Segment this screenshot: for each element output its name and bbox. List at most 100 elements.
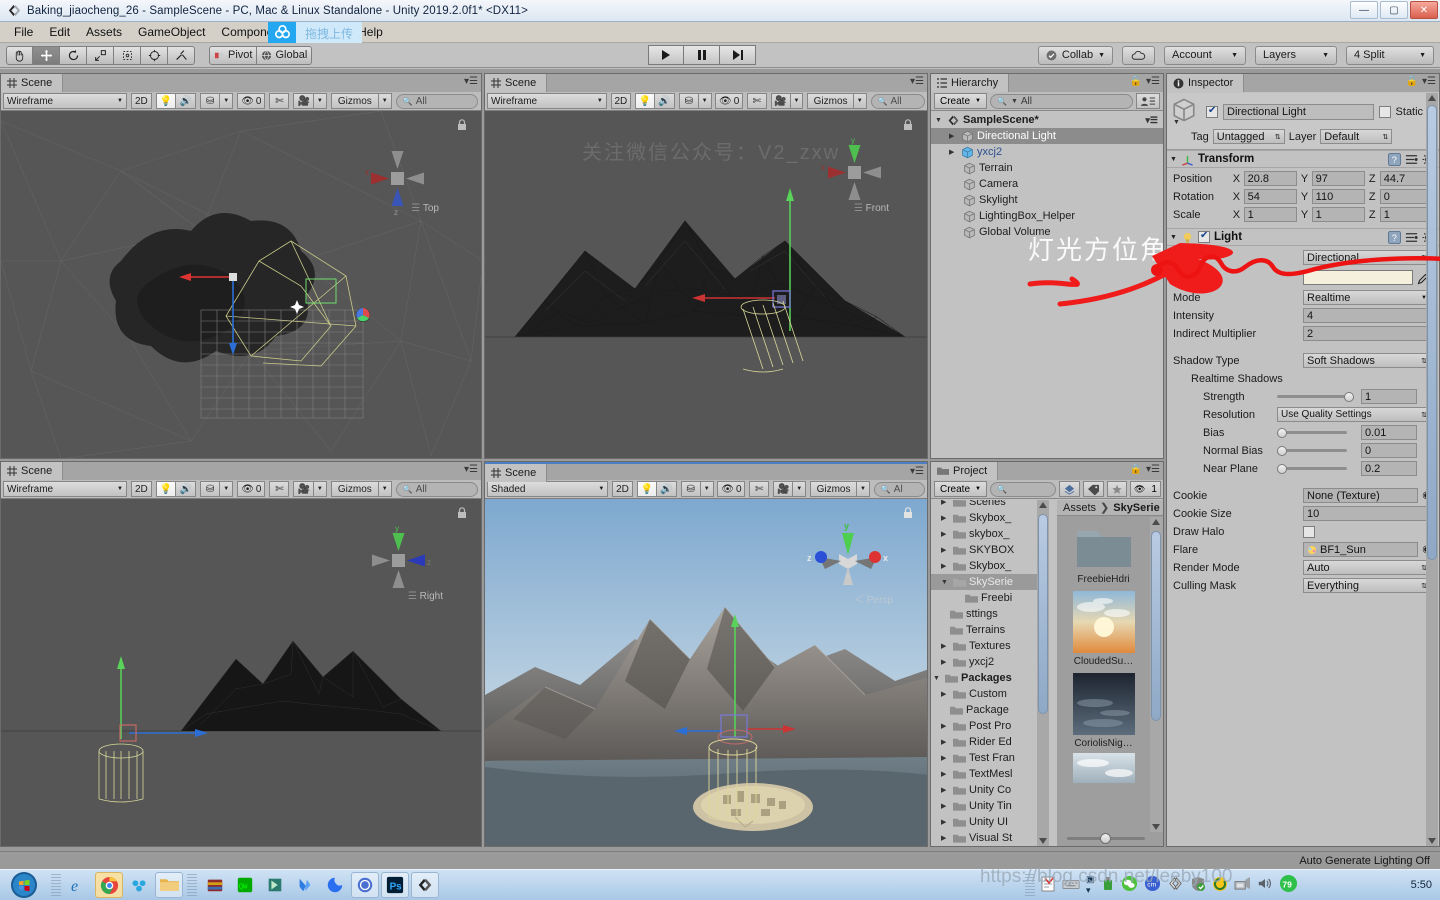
tab-scene[interactable]: Scene xyxy=(1,74,64,92)
tab-scene[interactable]: Scene xyxy=(485,464,548,482)
scene-menu-icon[interactable]: ▾☰ xyxy=(1145,115,1158,126)
project-row[interactable]: ▶ SKYBOX xyxy=(931,542,1049,558)
collab-button[interactable]: Collab ▼ xyxy=(1037,45,1113,65)
project-row[interactable]: ▶ Skybox_ xyxy=(931,558,1049,574)
cm-icon[interactable]: cm xyxy=(1144,875,1161,895)
asset-scrollbar[interactable] xyxy=(1150,517,1163,832)
explorer-icon[interactable] xyxy=(155,872,183,898)
audio-toggle-icon[interactable]: 🔊 xyxy=(654,93,675,109)
lighting-toggle-icon[interactable]: 💡 xyxy=(155,93,177,109)
tab-hierarchy[interactable]: Hierarchy xyxy=(931,74,1010,92)
scroll-up-arrow[interactable] xyxy=(1428,95,1436,101)
network-icon[interactable] xyxy=(1234,876,1251,894)
scroll-down-arrow[interactable] xyxy=(1152,824,1160,830)
hidden-objects-toggle[interactable]: 👁 0 xyxy=(715,93,743,109)
scene-search-input[interactable]: 🔍 All xyxy=(395,481,478,497)
cloud-button[interactable] xyxy=(1122,45,1155,65)
step-button[interactable] xyxy=(720,45,756,65)
panel-menu-icon[interactable]: ▾☰ xyxy=(910,466,924,477)
flare-object-field[interactable]: BF1_Sun xyxy=(1303,542,1419,557)
panel-menu-icon[interactable]: ▾☰ xyxy=(464,464,478,475)
chevron-down-icon[interactable]: ▼ xyxy=(1170,156,1177,163)
gizmos-button[interactable]: Gizmos xyxy=(330,481,379,497)
scene-search-input[interactable]: 🔍 Al xyxy=(873,481,925,497)
axis-gizmo-right[interactable]: y z xyxy=(361,521,437,601)
inspector-panel[interactable]: Inspector 🔒▾☰ ▼ Directional Light Static… xyxy=(1166,73,1440,847)
scroll-down-arrow[interactable] xyxy=(1039,838,1047,844)
asset-grid[interactable]: FreebieHdri CloudedSu… CoriolisNig… xyxy=(1057,517,1150,832)
gizmos-button[interactable]: Gizmos xyxy=(330,93,379,109)
shadow-bias-slider[interactable] xyxy=(1277,425,1347,440)
hierarchy-scene-root[interactable]: ▼ SampleScene* ▾☰ xyxy=(931,112,1163,128)
render-mode-dropdown[interactable]: Auto ⇅ xyxy=(1303,560,1431,575)
hierarchy-tree[interactable]: ▼ SampleScene* ▾☰ ▶ Directional Light ▶ … xyxy=(931,112,1163,458)
usb-icon[interactable] xyxy=(1101,876,1115,895)
rect-tool-button[interactable] xyxy=(114,45,141,65)
panel-menu-icon[interactable]: ▾☰ xyxy=(464,76,478,87)
lock-icon[interactable] xyxy=(903,507,913,519)
fx-dropdown-icon[interactable]: ▼ xyxy=(220,481,234,497)
lock-icon[interactable] xyxy=(903,119,913,131)
project-row[interactable]: ▶ Unity UI xyxy=(931,814,1049,830)
lighting-toggle-icon[interactable]: 💡 xyxy=(636,481,657,497)
lighting-toggle-icon[interactable]: 💡 xyxy=(634,93,655,109)
hierarchy-panel[interactable]: Hierarchy 🔒 ▾☰ Create ▼ 🔍 ▼ All ▼ SampleSc… xyxy=(930,73,1164,459)
fx-toggle-icon[interactable]: ⛁ xyxy=(678,93,699,109)
slider-knob[interactable] xyxy=(1099,833,1111,844)
project-row[interactable]: ▶ Test Fran xyxy=(931,750,1049,766)
rotation-z-input[interactable]: 0 xyxy=(1379,189,1433,204)
project-row[interactable]: ▶ Visual St xyxy=(931,830,1049,846)
view-orientation-label-front[interactable]: ☰ Front xyxy=(854,203,889,214)
asset-item-partial[interactable] xyxy=(1057,749,1150,786)
winrar-icon[interactable] xyxy=(201,872,229,898)
lock-icon[interactable] xyxy=(457,507,467,519)
hidden-objects-toggle[interactable]: 👁 0 xyxy=(717,481,746,497)
chevron-down-icon[interactable]: ▼ xyxy=(1170,234,1177,241)
hierarchy-item-global-volume[interactable]: Global Volume xyxy=(931,224,1163,240)
taskbar-grip[interactable] xyxy=(51,874,61,896)
global-button[interactable]: Global xyxy=(257,45,313,65)
tab-scene[interactable]: Scene xyxy=(1,462,64,480)
scene-view-bottom-left[interactable]: Scene ▾☰ Wireframe ▼ 2D 💡 🔊 ⛁ ▼ 👁 0 ✄ 🎥 ▼ … xyxy=(0,461,482,847)
light-component-header[interactable]: ▼ Light ? xyxy=(1167,228,1439,246)
ie-icon[interactable]: e xyxy=(65,872,93,898)
browser-icon[interactable] xyxy=(321,872,349,898)
chevron-right-icon[interactable]: ▶ xyxy=(949,148,958,156)
hierarchy-item-camera[interactable]: Camera xyxy=(931,176,1163,192)
pivot-button[interactable]: Pivot xyxy=(209,45,258,65)
panel-menu-icon[interactable]: ▾☰ xyxy=(910,76,924,87)
light-indirect-input[interactable]: 2 xyxy=(1303,326,1431,341)
unity-icon[interactable] xyxy=(411,872,439,898)
scene-view-bottom-right[interactable]: Scene ▾☰ Shaded ▼ 2D 💡 🔊 ⛁ ▼ 👁 0 ✄ 🎥 ▼ Giz… xyxy=(484,461,928,847)
asset-item-cloudedsun[interactable]: CloudedSu… xyxy=(1057,585,1150,667)
scene-viewport-right[interactable]: y z ☰ Right xyxy=(1,499,481,846)
inspector-body[interactable]: ▼ Directional Light Static ▼ Tag Untagge… xyxy=(1167,93,1439,846)
position-z-input[interactable]: 44.7 xyxy=(1379,171,1433,186)
tab-project[interactable]: Project xyxy=(931,462,999,480)
photoshop-icon[interactable]: Ps xyxy=(381,872,409,898)
scroll-up-arrow[interactable] xyxy=(1039,502,1047,508)
gizmos-dropdown-icon[interactable]: ▼ xyxy=(378,481,392,497)
camera-dropdown-icon[interactable]: ▼ xyxy=(313,93,327,109)
filter-by-type-icon[interactable] xyxy=(1058,481,1080,497)
pause-button[interactable] xyxy=(684,45,720,65)
gizmos-dropdown-icon[interactable]: ▼ xyxy=(853,93,867,109)
updater-icon[interactable] xyxy=(1212,876,1228,895)
rotation-x-input[interactable]: 54 xyxy=(1243,189,1297,204)
project-row[interactable]: Freebi xyxy=(931,590,1049,606)
close-button[interactable]: ✕ xyxy=(1410,1,1438,19)
breadcrumb-skyserie[interactable]: SkySerie xyxy=(1113,502,1159,514)
scale-x-input[interactable]: 1 xyxy=(1243,207,1297,222)
audio-toggle-icon[interactable]: 🔊 xyxy=(176,481,197,497)
position-y-input[interactable]: 97 xyxy=(1311,171,1365,186)
taskbar-grip-2[interactable] xyxy=(187,874,197,896)
chevron-right-icon[interactable]: ▶ xyxy=(949,132,958,140)
project-row[interactable]: sttings xyxy=(931,606,1049,622)
shadow-bias-input[interactable]: 0.01 xyxy=(1361,425,1417,440)
start-button[interactable] xyxy=(0,870,48,900)
fx-toggle-icon[interactable]: ⛁ xyxy=(680,481,701,497)
light-intensity-input[interactable]: 4 xyxy=(1303,308,1431,323)
scene-view-top-left[interactable]: Scene ▾☰ Wireframe ▼ 2D 💡 🔊 ⛁ ▼ 👁 0 ✄ 🎥 ▼ … xyxy=(0,73,482,459)
layer-dropdown[interactable]: Default ⇅ xyxy=(1320,129,1393,144)
hidden-objects-toggle[interactable]: 👁 0 xyxy=(237,93,266,109)
